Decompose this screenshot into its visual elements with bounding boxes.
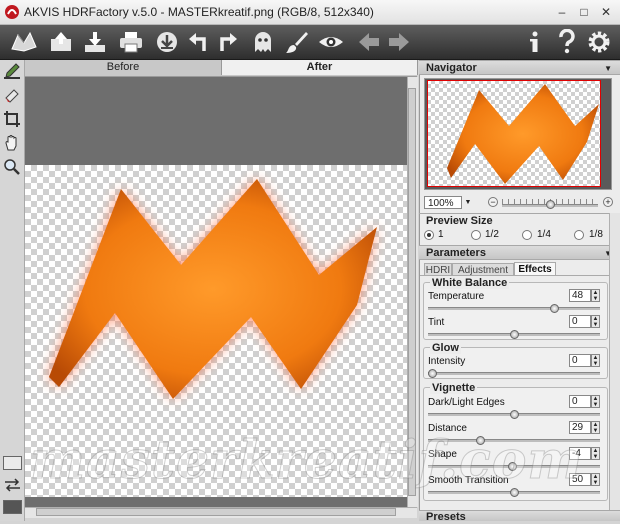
eraser-tool-icon[interactable] (3, 86, 21, 104)
preview-size-header: Preview Size (419, 213, 620, 228)
foreground-swatch[interactable] (3, 500, 22, 514)
preview-size-radio-1-4[interactable] (522, 230, 532, 240)
intensity-input[interactable]: 0 (569, 354, 591, 367)
info-icon[interactable] (522, 29, 548, 55)
left-tool-strip (0, 60, 25, 521)
undo-icon[interactable] (186, 29, 212, 55)
tint-label: Tint (428, 317, 445, 328)
preview-size-label-1: 1 (438, 229, 444, 240)
save-icon[interactable] (82, 29, 108, 55)
temperature-label: Temperature (428, 291, 485, 302)
intensity-label: Intensity (428, 356, 466, 367)
preview-size-label-1-8: 1/8 (589, 229, 603, 240)
zoom-out-button[interactable]: − (488, 197, 498, 207)
preview-size-radio-1-2[interactable] (471, 230, 481, 240)
zoom-in-button[interactable]: + (603, 197, 613, 207)
main-toolbar (0, 25, 620, 60)
intensity-spinner[interactable]: ▲ ▼ (591, 354, 600, 367)
forward-icon[interactable] (386, 29, 412, 55)
help-icon[interactable] (554, 29, 580, 55)
watermark-text: masterkreatif.com (29, 430, 584, 492)
print-icon[interactable] (118, 29, 144, 55)
tab-before[interactable]: Before (25, 60, 222, 75)
maximize-button[interactable]: □ (576, 4, 592, 20)
zoom-dropdown-icon[interactable]: ▼ (463, 196, 473, 209)
preview-size-radio-1-8[interactable] (574, 230, 584, 240)
redo-icon[interactable] (214, 29, 240, 55)
panel-scrollbar[interactable] (609, 213, 620, 518)
hand-tool-icon[interactable] (3, 134, 21, 152)
navigator-view-frame[interactable] (427, 80, 601, 187)
pencil-tool-icon[interactable] (3, 62, 21, 80)
view-tabs: Before After (25, 60, 418, 77)
temperature-slider-track[interactable] (428, 307, 600, 310)
minimize-button[interactable]: – (554, 4, 570, 20)
distance-spinner[interactable]: ▲ ▼ (591, 421, 600, 434)
share-icon[interactable] (154, 29, 180, 55)
navigator-header[interactable]: Navigator ▼ (419, 60, 620, 75)
ghost-icon[interactable] (250, 29, 276, 55)
shape-spinner[interactable]: ▲ ▼ (591, 447, 600, 460)
back-icon[interactable] (356, 29, 382, 55)
parameters-header[interactable]: Parameters▼ (419, 245, 620, 260)
collapse-arrow-icon[interactable]: ▼ (604, 61, 612, 76)
brush-icon[interactable] (284, 29, 310, 55)
preview-size-radio-1[interactable] (424, 230, 434, 240)
dark-light-edges-input[interactable]: 0 (569, 395, 591, 408)
akvis-logo-icon (5, 5, 19, 19)
tab-after[interactable]: After (222, 60, 418, 75)
smooth-transition-spinner[interactable]: ▲ ▼ (591, 473, 600, 486)
tint-spinner[interactable]: ▲ ▼ (591, 315, 600, 328)
dark-light-edges-label: Dark/Light Edges (428, 397, 505, 408)
temperature-input[interactable]: 48 (569, 289, 591, 302)
preview-size-label-1-4: 1/4 (537, 229, 551, 240)
intensity-slider-track[interactable] (428, 372, 600, 375)
canvas-horizontal-scroll-thumb[interactable] (36, 508, 396, 516)
tab-divider (420, 275, 609, 276)
eye-icon[interactable] (318, 29, 344, 55)
tint-slider-thumb[interactable] (510, 330, 519, 339)
white-balance-title: White Balance (430, 277, 510, 289)
dark-light-edges-slider-thumb[interactable] (510, 410, 519, 419)
vignette-title: Vignette (430, 382, 478, 394)
swap-colors-icon[interactable] (3, 478, 22, 492)
open-icon[interactable] (48, 29, 74, 55)
close-button[interactable]: ✕ (598, 4, 614, 20)
zoom-tool-icon[interactable] (3, 158, 21, 176)
settings-icon[interactable] (586, 29, 612, 55)
background-swatch[interactable] (3, 456, 22, 470)
zoom-slider-thumb[interactable] (546, 200, 555, 209)
temperature-spinner[interactable]: ▲ ▼ (591, 289, 600, 302)
zoom-level-field[interactable]: 100% (424, 196, 462, 209)
dark-light-edges-spinner[interactable]: ▲ ▼ (591, 395, 600, 408)
glow-title: Glow (430, 342, 461, 354)
tint-input[interactable]: 0 (569, 315, 591, 328)
intensity-slider-thumb[interactable] (428, 369, 437, 378)
tab-effects[interactable]: Effects (514, 262, 556, 276)
preview-size-label-1-2: 1/2 (485, 229, 499, 240)
window-title: AKVIS HDRFactory v.5.0 - MASTERkreatif.p… (24, 5, 374, 19)
logo-icon[interactable] (8, 29, 40, 55)
title-bar: AKVIS HDRFactory v.5.0 - MASTERkreatif.p… (0, 0, 620, 25)
crop-tool-icon[interactable] (3, 110, 21, 128)
presets-header[interactable]: Presets (419, 510, 620, 523)
temperature-slider-thumb[interactable] (550, 304, 559, 313)
